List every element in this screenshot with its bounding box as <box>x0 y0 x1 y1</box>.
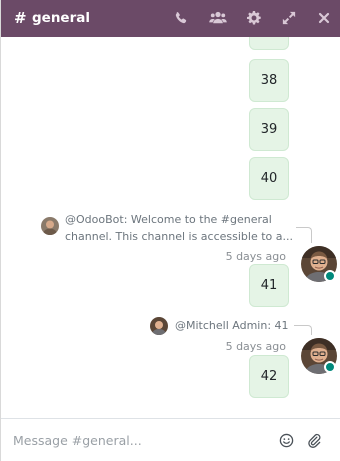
message-bubble-partial <box>249 37 289 50</box>
attachment-icon[interactable] <box>305 431 323 449</box>
parent-message-line-1[interactable]: @Mitchell Admin: 41 <box>175 317 289 334</box>
reply-link-line <box>296 227 312 243</box>
parent-body: 41 <box>274 319 289 332</box>
chat-window: # general 38 39 40 @OdooBot: Welcome to … <box>0 0 340 461</box>
reply-link-line <box>294 325 312 335</box>
message-timestamp: 5 days ago <box>225 340 286 353</box>
message-text: 39 <box>260 122 278 137</box>
parent-author: @Mitchell Admin: <box>175 319 272 332</box>
message-bubble: 40 <box>249 157 289 200</box>
gear-icon[interactable] <box>244 8 264 28</box>
close-icon[interactable] <box>314 8 334 28</box>
expand-icon[interactable] <box>279 8 299 28</box>
channel-title[interactable]: general <box>32 10 90 27</box>
online-status-indicator <box>324 361 336 373</box>
parent-body: Welcome to the #general <box>130 213 272 226</box>
message-bubble: 38 <box>249 59 289 102</box>
parent-author: @OdooBot: <box>65 213 128 226</box>
parent-author-avatar[interactable] <box>41 217 59 235</box>
message-text: 38 <box>260 73 278 88</box>
parent-message-line-1[interactable]: @OdooBot: Welcome to the #general <box>65 211 272 228</box>
message-text: 42 <box>260 369 278 384</box>
message-bubble: 41 <box>249 264 289 307</box>
channel-hash-icon: # <box>14 9 27 27</box>
parent-message-line-2[interactable]: channel. This channel is accessible to a… <box>65 228 293 245</box>
message-bubble: 42 <box>249 355 289 398</box>
message-composer <box>1 418 340 461</box>
message-text: 41 <box>260 278 278 293</box>
members-icon[interactable] <box>207 8 229 28</box>
message-bubble: 39 <box>249 108 289 151</box>
parent-author-avatar[interactable] <box>150 317 168 335</box>
chat-header[interactable]: # general <box>1 0 340 37</box>
message-input[interactable] <box>13 431 253 449</box>
message-timestamp: 5 days ago <box>225 250 286 263</box>
online-status-indicator <box>324 270 336 282</box>
emoji-icon[interactable] <box>277 431 295 449</box>
phone-icon[interactable] <box>171 8 191 28</box>
message-text: 40 <box>260 171 278 186</box>
message-thread[interactable]: 38 39 40 @OdooBot: Welcome to the #gener… <box>1 37 340 418</box>
